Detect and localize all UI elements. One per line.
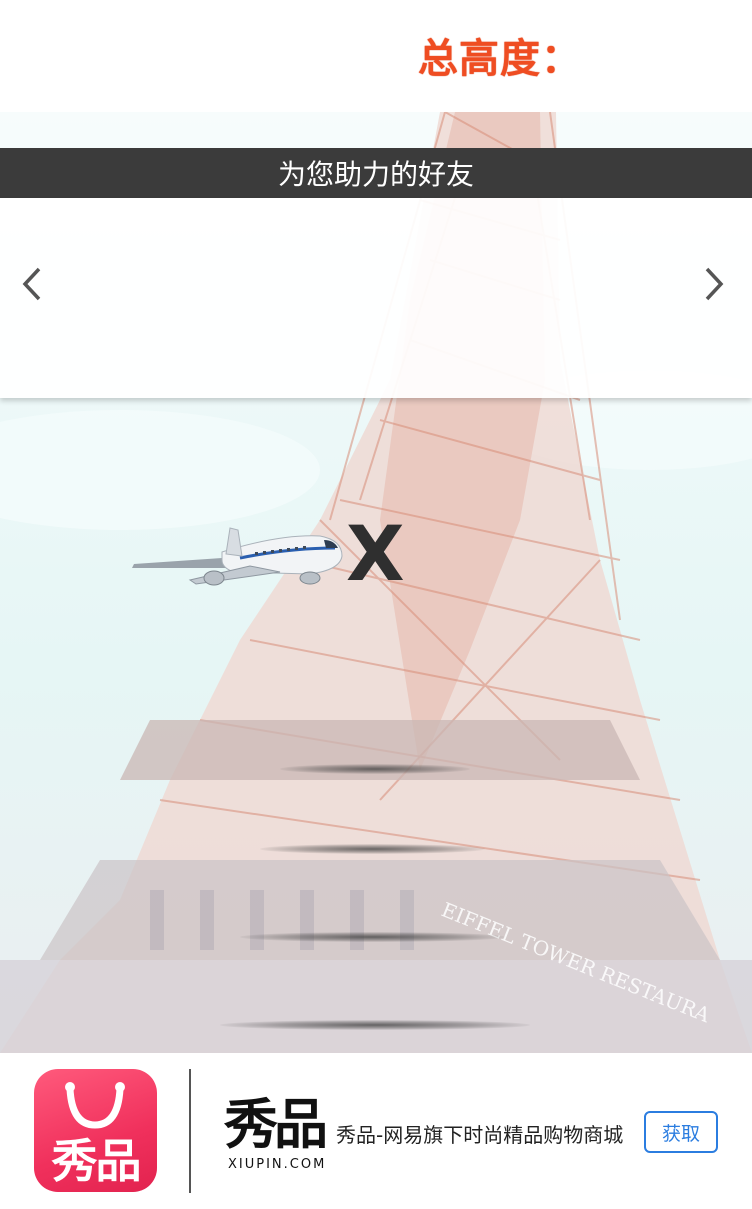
carousel-prev-button[interactable] (14, 262, 50, 306)
get-app-button[interactable]: 获取 (644, 1111, 718, 1153)
friends-carousel[interactable] (0, 198, 752, 398)
layer-slot-3 (240, 932, 505, 942)
brand-domain: XIUPIN.COM (228, 1157, 327, 1172)
ad-divider (189, 1069, 191, 1193)
carousel-next-button[interactable] (696, 262, 732, 306)
chevron-left-icon (22, 267, 41, 301)
total-height-label: 总高度： (418, 36, 582, 82)
layer-slot-4 (220, 1020, 530, 1030)
chevron-right-icon (705, 267, 724, 301)
friends-title-bar: 为您助力的好友 (0, 148, 752, 198)
app-icon-text: 秀品 (51, 1134, 142, 1188)
app-ad-banner[interactable]: 秀品 秀品 XIUPIN.COM 秀品-网易旗下时尚精品购物商城 获取 (0, 1053, 752, 1209)
brand-logo: 秀品 (224, 1092, 328, 1156)
ad-description: 秀品-网易旗下时尚精品购物商城 (336, 1123, 624, 1147)
app-icon[interactable]: 秀品 (34, 1069, 157, 1192)
multiplier-symbol: X (346, 509, 405, 598)
header: 总高度： (0, 0, 752, 112)
friends-title: 为您助力的好友 (277, 158, 474, 191)
layer-slot-1 (280, 764, 470, 774)
layer-slot-2 (260, 844, 485, 854)
airplane-icon (132, 527, 343, 586)
